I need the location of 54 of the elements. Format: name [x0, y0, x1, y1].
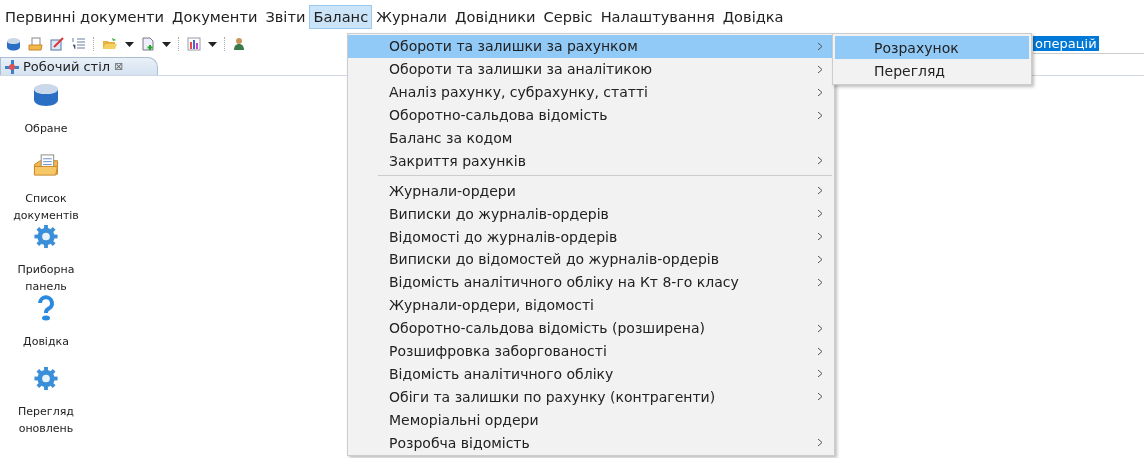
caret-icon[interactable] [162, 41, 171, 47]
menu-item[interactable]: Налаштування [596, 5, 719, 28]
drum-icon [32, 82, 60, 108]
menu-item[interactable]: Оборотно-сальдова відомість (розширена) [348, 316, 834, 340]
menu-item[interactable]: Перегляд [835, 59, 1029, 82]
desktop-shortcut-label[interactable]: Довідка [1, 333, 91, 350]
add-document-icon[interactable] [141, 37, 155, 51]
gear-icon [32, 224, 60, 249]
desktop-shortcut-label[interactable]: Приборна панель [1, 261, 91, 295]
desktop-tab[interactable]: Робочий стіл ⊠ [0, 57, 158, 75]
caret-icon[interactable] [208, 41, 217, 47]
caret-icon[interactable] [125, 41, 134, 47]
desktop-shortcut-label[interactable]: Перегляд оновлень [1, 403, 91, 437]
menu-item[interactable]: Сервіс [539, 5, 597, 28]
menu-item[interactable]: Журнали-ордери, відомості [348, 293, 834, 317]
selected-text: операцій [1033, 36, 1099, 51]
menu-item[interactable]: Розробча відомість [348, 431, 834, 455]
menu-item[interactable]: Журнали [372, 5, 452, 28]
pencil-checklist-icon[interactable] [50, 37, 65, 51]
menu-item[interactable]: Виписки до журналів-ордерів [348, 202, 834, 226]
menu-item[interactable]: Розшифровка заборгованості [348, 339, 834, 363]
menu-item[interactable]: Відомість аналітичного обліку на Кт 8-го класу [348, 270, 834, 294]
menu-item[interactable]: Аналіз рахунку, субрахунку, статті [348, 80, 834, 104]
bar-chart-icon[interactable] [187, 37, 201, 51]
menu-item[interactable]: Меморіальні ордери [348, 408, 834, 432]
person-icon[interactable] [233, 37, 245, 51]
desktop-shortcut-label[interactable]: Обране [1, 120, 91, 137]
menu-item[interactable]: Баланс за кодом [348, 126, 834, 150]
menu-item[interactable]: Баланс [309, 4, 373, 29]
menu-item[interactable]: Довідка [718, 5, 788, 28]
menu-item[interactable]: Журнали-ордери [348, 179, 834, 203]
tab-label: Робочий стіл [23, 59, 111, 74]
menu-item[interactable]: Відомості до журналів-ордерів [348, 225, 834, 248]
folder-document-icon[interactable] [28, 37, 43, 51]
menu-item[interactable]: Розрахунок [835, 36, 1029, 59]
drum-icon[interactable] [6, 37, 21, 51]
desktop-icon [5, 59, 19, 74]
menu-item[interactable]: Звіти [261, 5, 310, 28]
menu-item[interactable]: Виписки до відомостей до журналів-ордерів [348, 248, 834, 271]
folder-document-icon [32, 153, 60, 178]
menu-item[interactable]: Документи [168, 5, 262, 28]
menu-item[interactable]: Довідники [451, 5, 540, 28]
menu-item[interactable]: Оборотно-сальдова відомість [348, 103, 834, 127]
menu-item[interactable]: Обіги та залишки по рахунку (контрагенти) [348, 385, 834, 409]
numbered-list-icon[interactable] [72, 37, 86, 51]
close-icon[interactable]: ⊠ [114, 60, 124, 73]
menu-item[interactable]: Обороти та залишки за рахунком [348, 35, 834, 58]
menu-item[interactable]: Обороти та залишки за аналітикою [348, 57, 834, 81]
text-field[interactable]: операцій [1033, 34, 1144, 54]
desktop-shortcut-label[interactable]: Список документів [1, 190, 91, 224]
gear-icon [32, 366, 60, 391]
menu-item[interactable]: Відомість аналітичного обліку [348, 362, 834, 386]
menu-item[interactable]: Первинні документи [1, 5, 169, 28]
menu-item[interactable]: Закриття рахунків [348, 149, 834, 173]
